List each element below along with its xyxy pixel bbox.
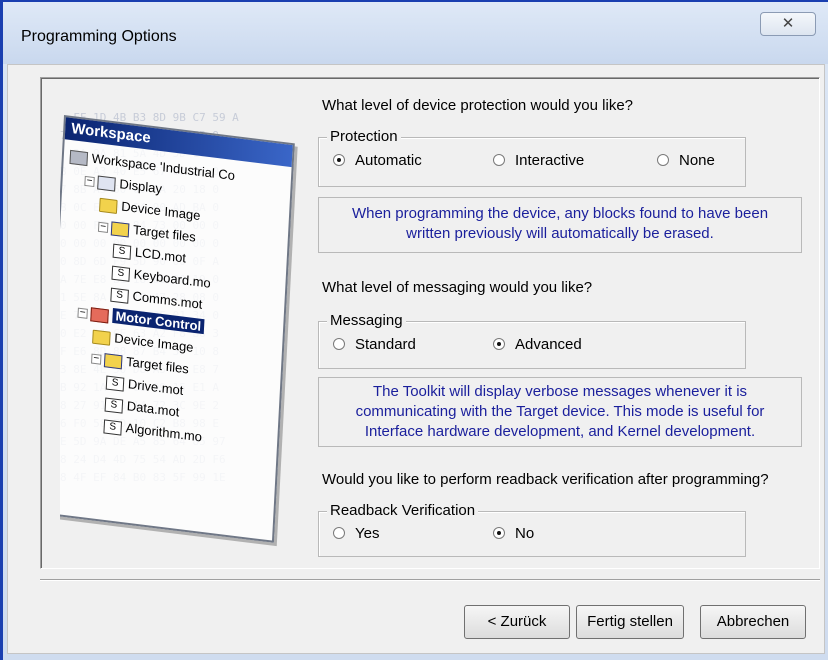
tree-item-label: LCD.mot [134, 244, 187, 266]
radio-label: No [515, 525, 535, 542]
protection-info-line: When programming the device, any blocks … [351, 205, 769, 222]
readback-group: Readback Verification Yes No [318, 502, 746, 557]
messaging-info-line: Interface hardware development, and Kern… [364, 423, 756, 440]
workspace-icon [69, 149, 89, 166]
window-title: Programming Options [21, 28, 177, 45]
radio-label: Interactive [515, 152, 585, 169]
script-file-icon: S [105, 375, 125, 392]
readback-no-radio[interactable]: No [493, 525, 534, 542]
readback-legend: Readback Verification [327, 502, 479, 519]
workspace-tree: Workspace 'Industrial Co − Display Device I… [60, 139, 292, 458]
finish-button[interactable]: Fertig stellen [576, 605, 684, 639]
script-file-icon: S [111, 265, 131, 282]
radio-label: Automatic [355, 152, 422, 169]
collapse-icon: − [77, 306, 88, 319]
protection-info-line: written previously will automatically be… [406, 225, 714, 242]
folder-icon [92, 329, 111, 346]
messaging-group: Messaging Standard Advanced [318, 312, 746, 369]
messaging-info-box: The Toolkit will display verbose message… [318, 377, 802, 447]
close-icon: ✕ [781, 15, 795, 32]
collapse-icon: − [97, 221, 109, 233]
protection-legend: Protection [327, 128, 401, 145]
radio-label: Standard [355, 336, 416, 353]
target-folder-icon [103, 352, 123, 369]
tree-item-label: Drive.mot [127, 376, 184, 398]
radio-indicator [333, 338, 345, 350]
radio-label: None [679, 152, 715, 169]
script-file-icon: S [112, 243, 132, 260]
readback-yes-radio[interactable]: Yes [333, 525, 379, 542]
collapse-icon: − [84, 175, 95, 187]
messaging-advanced-radio[interactable]: Advanced [493, 336, 582, 353]
radio-indicator [333, 527, 345, 539]
workspace-illustration: FF 1D 4B B3 8D 9B C7 59 A7 2A 2F 41 48 D… [60, 107, 308, 557]
script-file-icon: S [103, 418, 123, 436]
tree-item-label: Data.mot [126, 398, 180, 420]
messaging-question: What level of messaging would you like? [322, 279, 593, 296]
protection-interactive-radio[interactable]: Interactive [493, 152, 584, 169]
display-icon [97, 175, 116, 192]
script-file-icon: S [110, 287, 129, 304]
protection-none-radio[interactable]: None [657, 152, 715, 169]
collapse-icon: − [91, 352, 102, 365]
messaging-info-line: The Toolkit will display verbose message… [372, 383, 748, 400]
protection-info-box: When programming the device, any blocks … [318, 197, 802, 253]
messaging-info-line: communicating with the Target device. Th… [355, 403, 765, 420]
radio-label: Advanced [515, 336, 582, 353]
motor-control-icon [90, 306, 109, 324]
workspace-panel-image: Workspace Workspace 'Industrial Co − Displ… [60, 115, 295, 543]
radio-label: Yes [355, 525, 380, 542]
radio-indicator [493, 527, 505, 539]
protection-group: Protection Automatic Interactive None [318, 128, 746, 187]
protection-question: What level of device protection would yo… [322, 97, 634, 114]
radio-indicator [493, 154, 505, 166]
radio-indicator [493, 338, 505, 350]
radio-indicator [333, 154, 345, 166]
title-bar[interactable]: Programming Options ✕ [3, 2, 828, 64]
script-file-icon: S [104, 397, 124, 414]
radio-indicator [657, 154, 669, 166]
close-button[interactable]: ✕ [760, 12, 816, 36]
cancel-button[interactable]: Abbrechen [700, 605, 806, 639]
dialog-client-area: FF 1D 4B B3 8D 9B C7 59 A7 2A 2F 41 48 D… [7, 64, 825, 654]
tree-item-label: Display [119, 176, 163, 197]
protection-automatic-radio[interactable]: Automatic [333, 152, 422, 169]
folder-icon [99, 197, 118, 214]
messaging-standard-radio[interactable]: Standard [333, 336, 416, 353]
button-separator [40, 579, 820, 581]
target-folder-icon [110, 220, 130, 238]
readback-question: Would you like to perform readback verif… [322, 471, 769, 488]
back-button[interactable]: < Zurück [464, 605, 570, 639]
programming-options-dialog: Programming Options ✕ FF 1D 4B B3 8D 9B … [0, 0, 828, 660]
messaging-legend: Messaging [327, 312, 406, 329]
